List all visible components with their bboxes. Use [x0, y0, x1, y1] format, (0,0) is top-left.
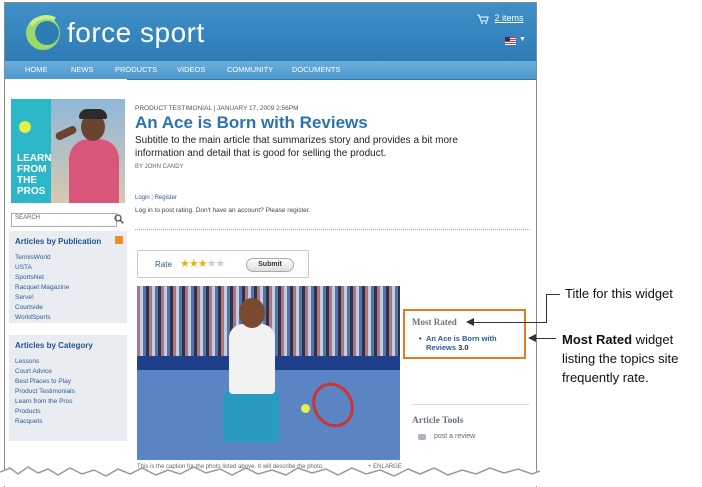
torn-edge: [0, 466, 540, 486]
list-item[interactable]: Racquets: [15, 418, 121, 426]
nav-home[interactable]: HOME: [25, 65, 48, 74]
list-item[interactable]: Racquet Magazine: [15, 284, 121, 292]
post-rating-message: Log in to post rating. Don't have an acc…: [135, 207, 311, 214]
nav-news[interactable]: NEWS: [71, 65, 94, 74]
divider: [412, 404, 530, 405]
star-icon[interactable]: ★: [180, 258, 190, 270]
logo-swirl-icon: [26, 15, 60, 50]
list-item[interactable]: Court Advice: [15, 368, 121, 376]
site-logo[interactable]: force sport: [67, 17, 205, 49]
article-title: An Ace is Born with Reviews: [135, 113, 368, 132]
rating-widget: Rate ★★★★★ Submit: [137, 250, 309, 278]
article-kicker: PRODUCT TESTIMONIAL | JANUARY 17, 2009 2…: [135, 105, 299, 112]
list-item[interactable]: Serve!: [15, 294, 121, 302]
sidebar: LEARN FROM THE PROS SEARCH Articles by P…: [5, 79, 127, 487]
nav-documents[interactable]: DOCUMENTS: [292, 65, 340, 74]
publication-title: Articles by Publication: [15, 237, 102, 246]
list-item[interactable]: Lessons: [15, 358, 121, 366]
rss-icon[interactable]: [115, 236, 123, 244]
arrow-left-icon: [466, 318, 474, 326]
star-icon[interactable]: ★: [198, 258, 208, 270]
list-item[interactable]: Product Testimonials: [15, 388, 121, 396]
us-flag-icon[interactable]: [505, 37, 516, 45]
tennis-ball-icon: [301, 404, 310, 413]
comment-icon: [418, 434, 426, 440]
callout-widget-label: Most Rated widget listing the topics sit…: [562, 332, 679, 385]
callout-line: [474, 322, 547, 323]
chevron-down-icon[interactable]: ▼: [519, 36, 526, 43]
tennis-ball-icon: [19, 121, 31, 133]
star-rating[interactable]: ★★★★★: [180, 257, 226, 270]
cart[interactable]: 2 items: [477, 13, 524, 24]
callout-title-label: Title for this widget: [565, 286, 673, 301]
callout-line: [536, 338, 556, 339]
learn-from-pros-promo[interactable]: LEARN FROM THE PROS: [11, 99, 125, 203]
login-register-links: Login | Register: [135, 195, 177, 201]
post-review-link[interactable]: post a review: [434, 433, 475, 440]
list-item[interactable]: Learn from the Pros: [15, 398, 121, 406]
rate-label: Rate: [155, 260, 172, 269]
article-byline: BY JOHN CANDY: [135, 164, 184, 170]
list-item[interactable]: USTA: [15, 264, 121, 272]
star-icon[interactable]: ★: [207, 258, 217, 270]
star-icon[interactable]: ★: [216, 258, 226, 270]
articles-by-publication: Articles by Publication TennisWorld USTA…: [9, 231, 127, 323]
arrow-left-icon: [528, 334, 536, 342]
search-icon[interactable]: [114, 214, 124, 224]
article-photo[interactable]: [137, 286, 400, 460]
articles-by-category: Articles by Category Lessons Court Advic…: [9, 335, 127, 441]
list-item[interactable]: SportsNet: [15, 274, 121, 282]
category-title: Articles by Category: [15, 341, 93, 350]
callout-line: [546, 294, 547, 322]
register-link[interactable]: Register: [155, 195, 177, 201]
main-nav: HOME NEWS PRODUCTS VIDEOS COMMUNITY DOCU…: [5, 61, 536, 80]
divider: [135, 229, 530, 230]
list-item[interactable]: TennisWorld: [15, 254, 121, 262]
list-item[interactable]: WorldSports: [15, 314, 121, 322]
submit-button[interactable]: Submit: [246, 258, 294, 272]
list-item[interactable]: Products: [15, 408, 121, 416]
site-header: force sport 2 items ▼: [5, 3, 536, 61]
list-item[interactable]: Courtside: [15, 304, 121, 312]
nav-community[interactable]: COMMUNITY: [227, 65, 273, 74]
nav-products[interactable]: PRODUCTS: [115, 65, 157, 74]
login-link[interactable]: Login: [135, 195, 150, 201]
article-tools-title: Article Tools: [412, 416, 464, 426]
cart-icon: [477, 14, 489, 24]
list-item[interactable]: Best Places to Play: [15, 378, 121, 386]
callout-line: [546, 294, 560, 295]
nav-videos[interactable]: VIDEOS: [177, 65, 205, 74]
most-rated-highlight-box: [403, 309, 526, 359]
star-icon[interactable]: ★: [189, 258, 199, 270]
article-subtitle: Subtitle to the main article that summar…: [135, 135, 458, 159]
promo-text: LEARN FROM THE PROS: [17, 153, 52, 197]
search-input[interactable]: SEARCH: [11, 213, 117, 227]
cart-items-link[interactable]: 2 items: [495, 13, 524, 23]
